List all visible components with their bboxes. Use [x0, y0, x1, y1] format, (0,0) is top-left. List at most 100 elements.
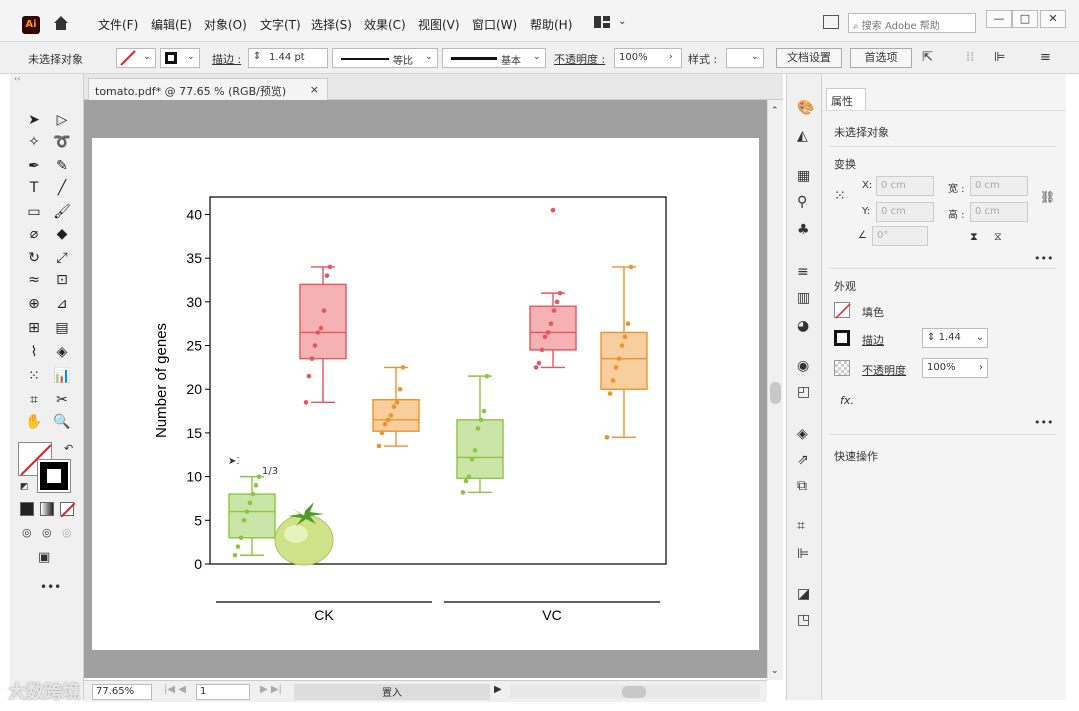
workspace-icon[interactable] — [594, 16, 610, 28]
eraser-tool-icon[interactable]: ◆ — [52, 224, 72, 244]
menu-window[interactable]: 窗口(W) — [472, 16, 517, 33]
stroke-input[interactable]: ⇕ 1.44 ⌄ — [922, 328, 988, 348]
rectangle-tool-icon[interactable]: ▭ — [24, 202, 44, 222]
menu-type[interactable]: 文字(T) — [260, 16, 301, 33]
gradient-tool-icon[interactable]: ▤ — [52, 318, 72, 338]
scroll-up-icon[interactable]: ⌃ — [771, 106, 779, 116]
align-icon[interactable]: ⊫ — [994, 50, 1005, 65]
direct-selection-tool-icon[interactable]: ▷ — [52, 110, 72, 130]
brush-select[interactable]: 基本 ⌄ — [442, 48, 546, 68]
graph-tool-icon[interactable]: 📊 — [52, 366, 72, 386]
width-input[interactable]: 0 cm — [970, 176, 1028, 196]
menu-help[interactable]: 帮助(H) — [530, 16, 572, 33]
link-icon[interactable]: ⛓ — [1040, 190, 1055, 204]
stepper-icon[interactable]: ⇕ — [253, 51, 261, 62]
x-input[interactable]: 0 cm — [876, 176, 934, 196]
zoom-select[interactable]: 77.65% — [92, 684, 152, 700]
arrange-icon[interactable]: ⇱ — [922, 50, 933, 65]
angle-input[interactable]: 0° — [872, 226, 928, 246]
more-tools-icon[interactable]: ••• — [40, 580, 61, 594]
gradient-mode-icon[interactable] — [40, 502, 54, 516]
draw-behind-icon[interactable]: ◎ — [42, 526, 52, 539]
screen-mode-icon[interactable]: ▣ — [38, 550, 50, 565]
warp-tool-icon[interactable]: ≈ — [24, 270, 44, 290]
style-select[interactable]: ⌄ — [726, 48, 764, 68]
rotate-tool-icon[interactable]: ↻ — [24, 248, 44, 268]
swatches-icon[interactable]: ▦ — [797, 168, 810, 184]
more-icon[interactable]: ••• — [1034, 252, 1053, 265]
stroke-label[interactable]: 描边 — [862, 332, 884, 348]
type-tool-icon[interactable]: T — [24, 178, 44, 198]
line-tool-icon[interactable]: ╱ — [52, 178, 72, 198]
pathfinder-icon[interactable]: ◪ — [797, 586, 810, 602]
height-input[interactable]: 0 cm — [970, 202, 1028, 222]
brush-tool-icon[interactable]: 🖌 — [52, 202, 72, 222]
scroll-down-icon[interactable]: ⌄ — [771, 666, 779, 676]
menu-icon[interactable]: ≡ — [1040, 50, 1051, 65]
opacity-input[interactable]: 100% › — [922, 358, 988, 378]
flip-horizontal-icon[interactable]: ⧗ — [970, 230, 978, 244]
line-style-select[interactable]: 等比 ⌄ — [332, 48, 438, 68]
artboards-icon[interactable]: ⧉ — [797, 478, 807, 494]
maximize-button[interactable]: □ — [1012, 10, 1038, 28]
grid-icon[interactable]: ⁞⁞ — [966, 50, 974, 65]
swap-icon[interactable]: ↶ — [64, 442, 73, 455]
stroke-weight-input[interactable]: ⇕ 1.44 pt — [248, 48, 328, 68]
preferences-button[interactable]: 首选项 — [850, 48, 912, 68]
transparency-icon[interactable]: ◕ — [797, 318, 809, 334]
graphic-styles-icon[interactable]: ◰ — [797, 384, 810, 400]
opacity-label[interactable]: 不透明度 : — [554, 51, 605, 67]
document-tab[interactable]: tomato.pdf* @ 77.65 % (RGB/预览) × — [88, 78, 328, 100]
stroke-panel-icon[interactable]: ≡ — [797, 264, 809, 280]
selection-tool-icon[interactable]: ➤ — [24, 110, 44, 130]
none-mode-icon[interactable] — [60, 502, 76, 518]
export-icon[interactable]: ⇗ — [797, 452, 809, 468]
free-transform-icon[interactable]: ⊡ — [52, 270, 72, 290]
menu-file[interactable]: 文件(F) — [98, 16, 138, 33]
chevron-down-icon[interactable]: ⌄ — [618, 16, 626, 27]
tab-properties[interactable]: 属性 — [826, 88, 866, 110]
eyedropper-icon[interactable]: ⌇ — [24, 342, 44, 362]
stroke-swatch[interactable]: ⌄ — [160, 48, 200, 68]
reference-point-icon[interactable]: ⁙ — [834, 188, 846, 204]
shaper-tool-icon[interactable]: ⌀ — [24, 224, 44, 244]
search-input[interactable]: ⌕ 搜索 Adobe 帮助 — [848, 13, 976, 33]
magic-wand-icon[interactable]: ✧ — [24, 132, 44, 152]
opacity-label[interactable]: 不透明度 — [862, 362, 906, 378]
links-icon[interactable]: ◳ — [797, 612, 810, 628]
pen-tool-icon[interactable]: ✒ — [24, 156, 44, 176]
first-page-icon[interactable]: |◀ ◀ — [164, 684, 186, 695]
next-page-icon[interactable]: ▶ ▶| — [260, 684, 282, 695]
hscroll-thumb[interactable] — [622, 686, 646, 698]
gradient-panel-icon[interactable]: ▥ — [797, 290, 810, 306]
artboard[interactable]: 0 5 10 15 20 25 30 35 40 Number of genes CK VC — [92, 138, 759, 650]
menu-edit[interactable]: 编辑(E) — [151, 16, 192, 33]
menu-view[interactable]: 视图(V) — [418, 16, 460, 33]
scale-tool-icon[interactable]: ⤢ — [52, 248, 72, 268]
slice-tool-icon[interactable]: ✂ — [52, 390, 72, 410]
page-input[interactable]: 1 — [196, 684, 250, 700]
opacity-input[interactable]: 100% › — [614, 48, 682, 68]
minimize-button[interactable]: — — [986, 10, 1012, 28]
align-panel-icon[interactable]: ⊫ — [797, 546, 809, 562]
horizontal-scrollbar[interactable] — [510, 685, 760, 699]
home-icon[interactable] — [52, 14, 70, 32]
draw-inside-icon[interactable]: ◎ — [62, 526, 72, 539]
stroke-label[interactable]: 描边 : — [212, 51, 241, 67]
perspective-grid-icon[interactable]: ⊿ — [52, 294, 72, 314]
menu-object[interactable]: 对象(O) — [204, 16, 247, 33]
box-plot-chart[interactable]: 0 5 10 15 20 25 30 35 40 Number of genes CK VC — [92, 138, 759, 650]
blend-tool-icon[interactable]: ◈ — [52, 342, 72, 362]
stepper-icon[interactable]: ⇕ — [927, 332, 939, 343]
flip-vertical-icon[interactable]: ⧖ — [994, 230, 1002, 244]
collapse-icon[interactable]: ‹‹ — [14, 74, 20, 83]
color-guide-icon[interactable]: ◭ — [797, 128, 808, 144]
draw-normal-icon[interactable]: ◎ — [22, 526, 32, 539]
zoom-tool-icon[interactable]: 🔍 — [52, 412, 72, 432]
transform-panel-icon[interactable]: ⌗ — [797, 518, 805, 534]
symbols-icon[interactable]: ♣ — [797, 222, 810, 238]
more-icon[interactable]: ••• — [1034, 416, 1053, 429]
hand-tool-icon[interactable]: ✋ — [24, 412, 44, 432]
vertical-scrollbar[interactable]: ⌃ ⌄ — [767, 100, 783, 680]
fill-swatch[interactable]: ⌄ — [116, 48, 156, 68]
